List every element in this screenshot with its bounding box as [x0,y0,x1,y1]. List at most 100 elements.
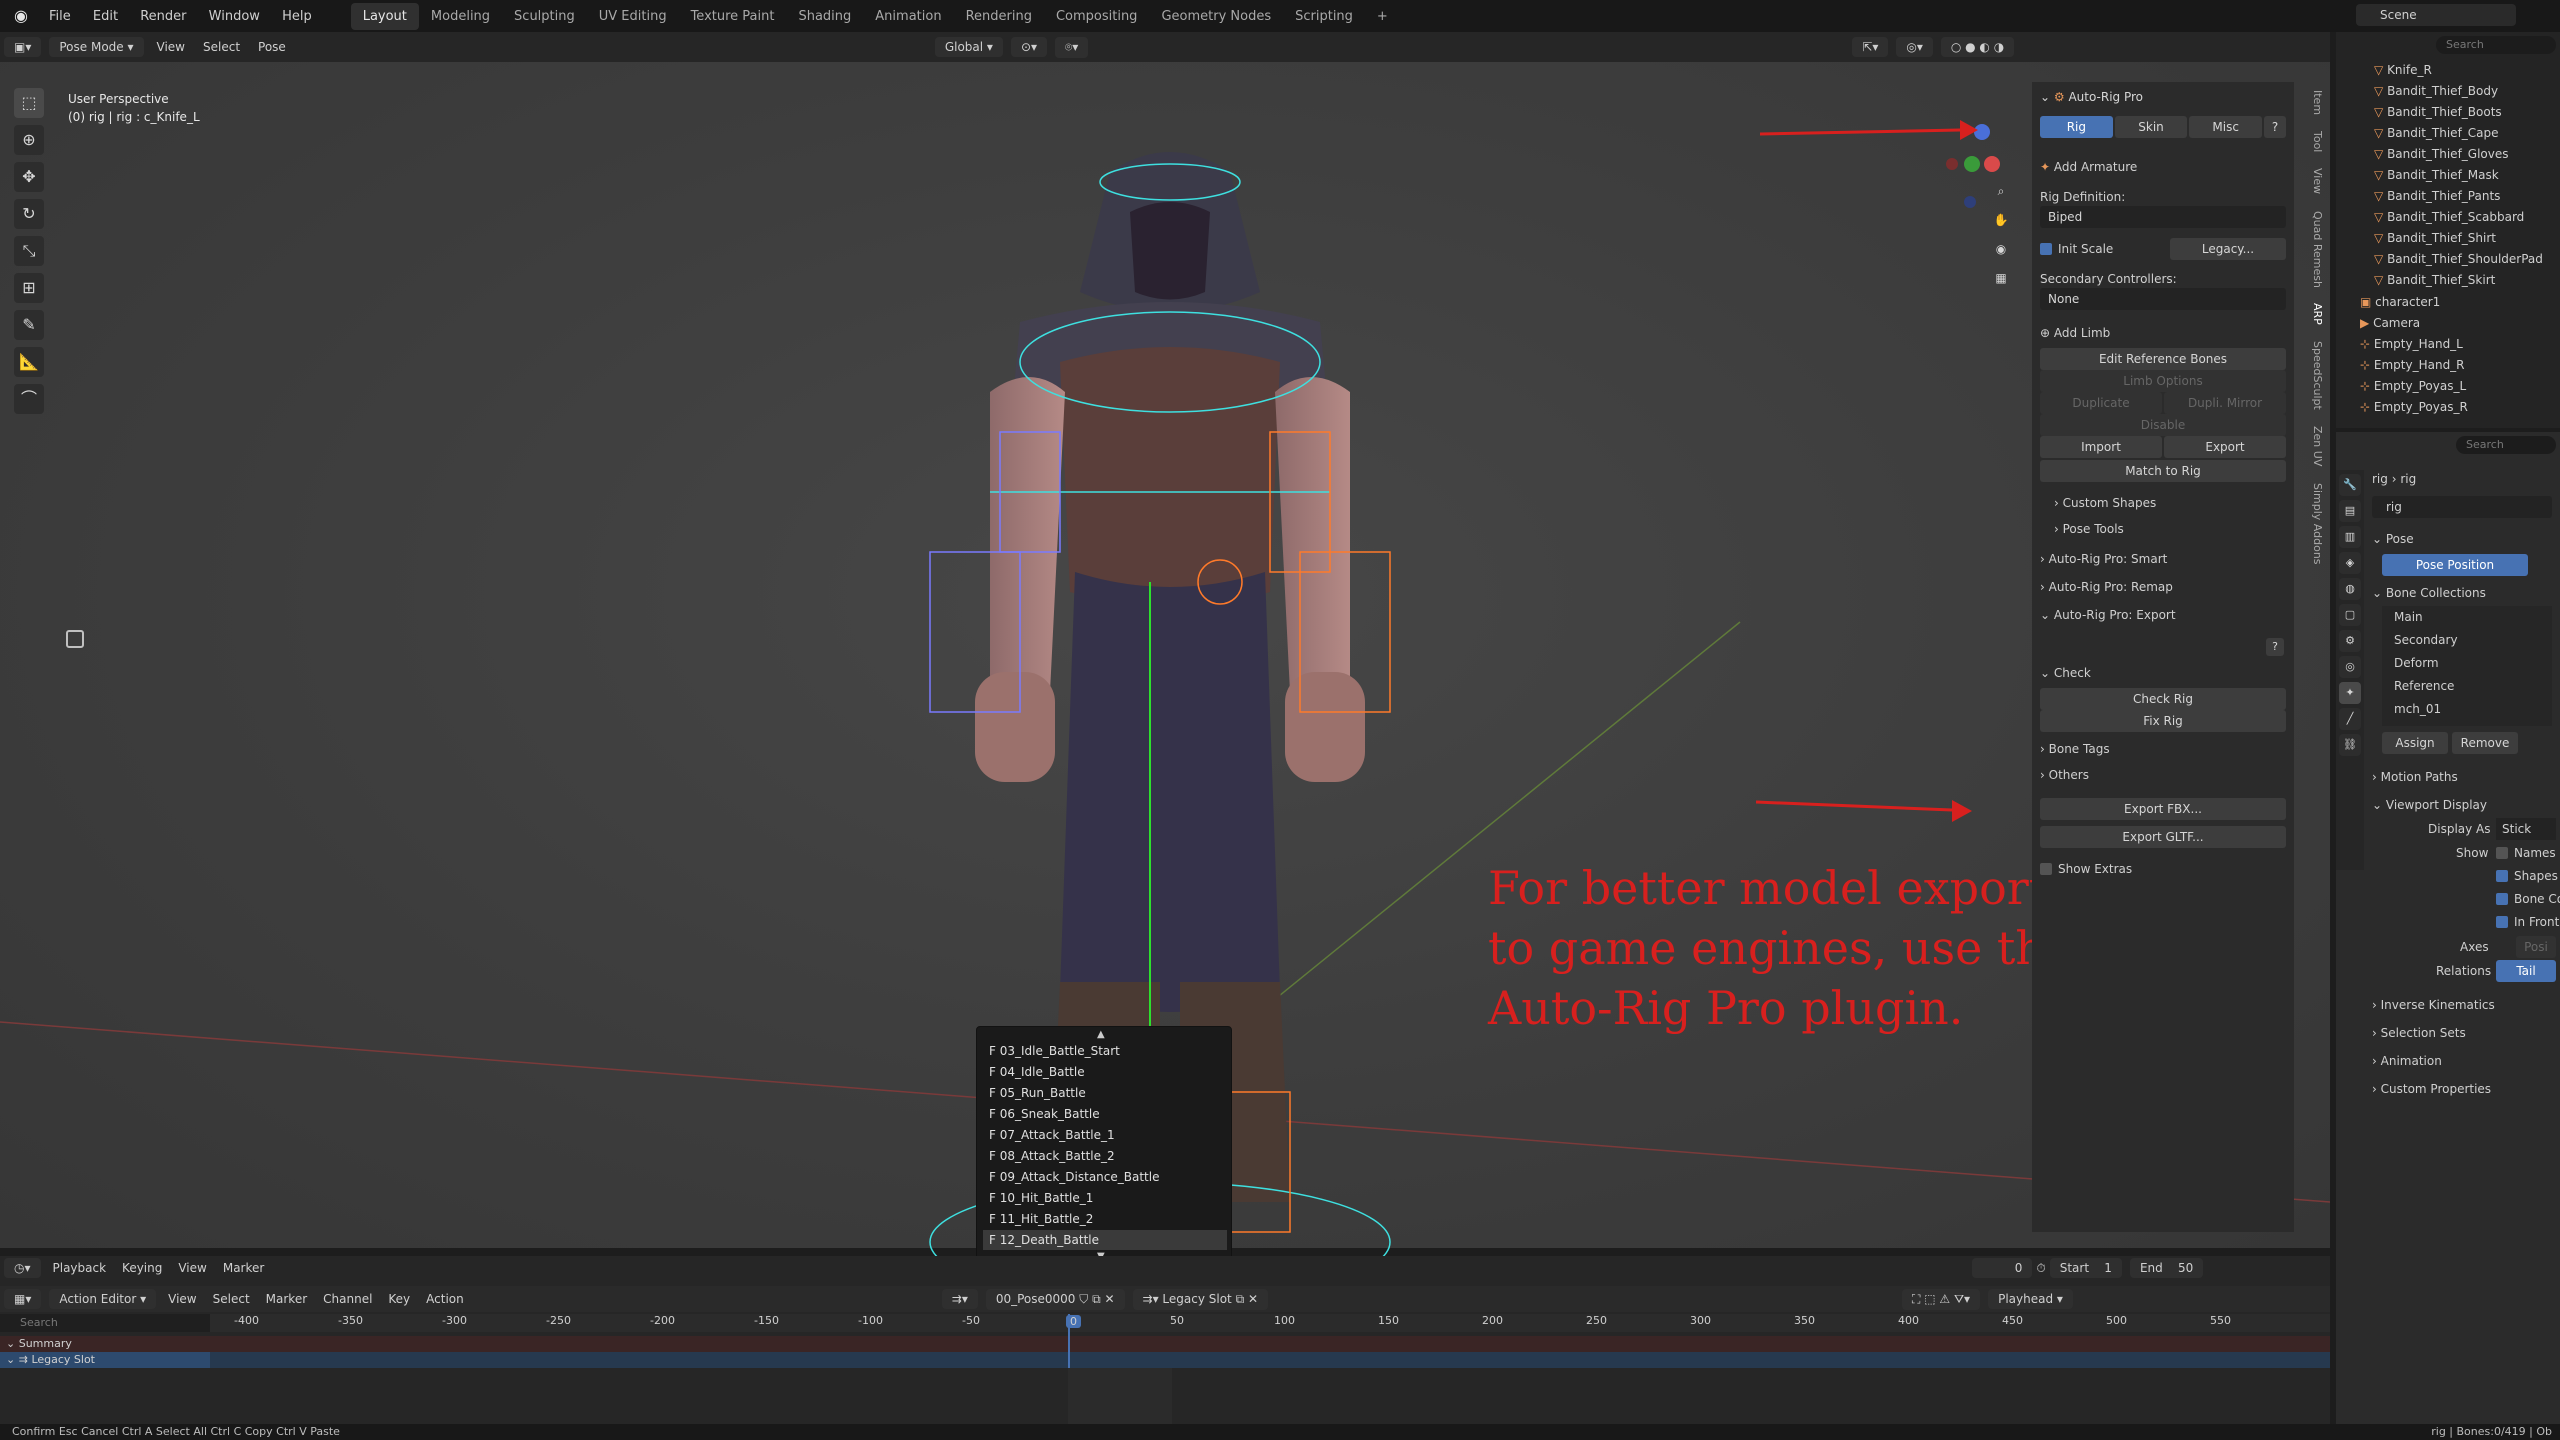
menu-select-action[interactable]: Select [205,1292,258,1306]
remove-button[interactable]: Remove [2452,732,2518,754]
pose-position-button[interactable]: Pose Position [2382,554,2528,576]
menu-marker-timeline[interactable]: Marker [215,1261,272,1275]
armature-data-icon[interactable]: ✦ [2339,682,2361,704]
action-item[interactable]: F 09_Attack_Distance_Battle [983,1167,1227,1187]
output-props-icon[interactable]: ▥ [2339,526,2361,548]
object-props-icon[interactable]: ▢ [2339,604,2361,626]
outliner-item[interactable]: ▽ Bandit_Thief_Scabbard [2374,207,2524,228]
outliner-item[interactable]: ⊹ Empty_Poyas_L [2360,376,2466,397]
action-item[interactable]: F 11_Hit_Battle_2 [983,1209,1227,1229]
end-frame-field[interactable]: End 50 [2129,1258,2204,1278]
others-row[interactable]: › Others [2040,764,2286,786]
action-item[interactable]: F 03_Idle_Battle_Start [983,1041,1227,1061]
gizmo-neg-x-icon[interactable] [1946,158,1958,170]
action-item[interactable]: F 04_Idle_Battle [983,1062,1227,1082]
tab-rig[interactable]: Rig [2040,116,2113,138]
add-workspace-button[interactable]: + [1365,3,1400,30]
dupli-mirror-button[interactable]: Dupli. Mirror [2164,392,2286,414]
outliner-item[interactable]: ▽ Bandit_Thief_Pants [2374,186,2500,207]
relations-tail-button[interactable]: Tail [2496,960,2556,982]
scene-props-icon[interactable]: ◈ [2339,552,2361,574]
tab-compositing[interactable]: Compositing [1044,3,1150,30]
menu-pose[interactable]: Pose [249,40,295,54]
blender-logo-icon[interactable]: ◉ [10,5,32,27]
check-rig-button[interactable]: Check Rig [2040,688,2286,710]
tab-arp[interactable]: ARP [2302,295,2324,333]
outliner-item[interactable]: ▽ Bandit_Thief_Gloves [2374,144,2509,165]
start-frame-field[interactable]: Start 1 [2049,1258,2122,1278]
tab-rendering[interactable]: Rendering [954,3,1044,30]
outliner-item[interactable]: ▽ Bandit_Thief_Cape [2374,123,2499,144]
outliner-item[interactable]: ▽ Bandit_Thief_Body [2374,81,2498,102]
tab-misc[interactable]: Misc [2189,116,2263,138]
orientation-selector[interactable]: Global ▾ [934,37,1003,57]
bone-constraint-icon[interactable]: ⛓ [2339,734,2361,756]
gizmo-neg-z-icon[interactable] [1964,196,1976,208]
check-subsection[interactable]: ⌄ Check [2040,662,2286,684]
selection-sets-section[interactable]: › Selection Sets [2372,1022,2466,1044]
action-editor-mode[interactable]: Action Editor ▾ [49,1289,157,1309]
dopesheet-editor-icon[interactable]: ▦▾ [4,1289,42,1309]
channel-track[interactable] [210,1352,2330,1368]
menu-view-action[interactable]: View [160,1292,204,1306]
in-front-checkbox[interactable] [2496,916,2508,928]
zoom-icon[interactable]: ⌕ [1990,180,2012,202]
bone-tags-row[interactable]: › Bone Tags [2040,738,2286,760]
scroll-up-icon[interactable]: ▲ [1097,1029,1105,1040]
tool-props-icon[interactable]: 🔧 [2339,474,2361,496]
import-button[interactable]: Import [2040,436,2162,458]
menu-view[interactable]: View [148,40,194,54]
menu-marker-action[interactable]: Marker [258,1292,315,1306]
pose-section[interactable]: ⌄ Pose [2372,528,2414,550]
bone-collection-item[interactable]: Secondary [2394,629,2458,651]
channel-search[interactable]: Search [0,1314,210,1332]
outliner-item[interactable]: ▽ Knife_R [2374,60,2432,81]
tab-quad-remesh[interactable]: Quad Remesh [2302,203,2324,296]
menu-key[interactable]: Key [380,1292,418,1306]
show-bone-colors-row[interactable]: Bone Co [2496,888,2560,910]
export-button[interactable]: Export [2164,436,2286,458]
tab-zen-uv[interactable]: Zen UV [2302,418,2324,474]
cursor-icon[interactable]: ⊕ [14,125,44,155]
panel-title-row[interactable]: ⌄ ⚙ Auto-Rig Pro [2040,86,2286,108]
show-shapes-row[interactable]: Shapes [2496,865,2558,887]
bone-collection-item[interactable]: Main [2394,606,2423,628]
tab-uv-editing[interactable]: UV Editing [587,3,679,30]
menu-edit[interactable]: Edit [84,9,127,24]
assign-button[interactable]: Assign [2382,732,2448,754]
render-props-icon[interactable]: ▤ [2339,500,2361,522]
stopwatch-icon[interactable]: ⏱ [2036,1261,2045,1276]
display-as-select[interactable]: Stick [2496,818,2556,840]
disable-button[interactable]: Disable [2040,414,2286,436]
export-help-icon[interactable]: ? [2266,638,2284,656]
gizmo-toggle-icon[interactable]: ⇱▾ [1852,37,1889,57]
properties-search[interactable]: Search [2456,436,2556,454]
menu-view-timeline[interactable]: View [170,1261,214,1275]
measure-icon[interactable]: 📐 [14,347,44,377]
pivot-icon[interactable]: ⊙▾ [1010,37,1048,57]
frame-ruler[interactable]: -400 -350 -300 -250 -200 -150 -100 -50 0… [210,1314,2330,1332]
select-box-icon[interactable]: ⬚ [14,88,44,118]
shapes-checkbox[interactable] [2496,870,2508,882]
tab-texture-paint[interactable]: Texture Paint [679,3,787,30]
axes-position-field[interactable]: Posi [2516,936,2556,958]
tab-animation[interactable]: Animation [863,3,953,30]
outliner-item[interactable]: ⊹ Empty_Hand_R [2360,355,2465,376]
help-icon[interactable]: ? [2264,116,2287,138]
tab-skin[interactable]: Skin [2114,116,2188,138]
pan-hand-icon[interactable]: ✋ [1990,209,2012,231]
inverse-kinematics-section[interactable]: › Inverse Kinematics [2372,994,2495,1016]
mode-selector[interactable]: Pose Mode ▾ [49,37,144,57]
action-item[interactable]: F 10_Hit_Battle_1 [983,1188,1227,1208]
menu-render[interactable]: Render [131,9,195,24]
export-fbx-button[interactable]: Export FBX... [2040,798,2286,820]
channel-row[interactable]: ⌄ ⇉ Legacy Slot [0,1352,210,1368]
tab-layout[interactable]: Layout [350,2,419,30]
add-armature-row[interactable]: ✦ Add Armature [2040,156,2286,178]
remap-section[interactable]: › Auto-Rig Pro: Remap [2040,576,2286,598]
tab-view[interactable]: View [2302,160,2324,202]
menu-select[interactable]: Select [194,40,249,54]
outliner-item[interactable]: ▣ character1 [2360,292,2440,313]
action-browse-icon[interactable]: ⇉▾ [941,1289,978,1309]
show-in-front-row[interactable]: In Front [2496,911,2559,933]
